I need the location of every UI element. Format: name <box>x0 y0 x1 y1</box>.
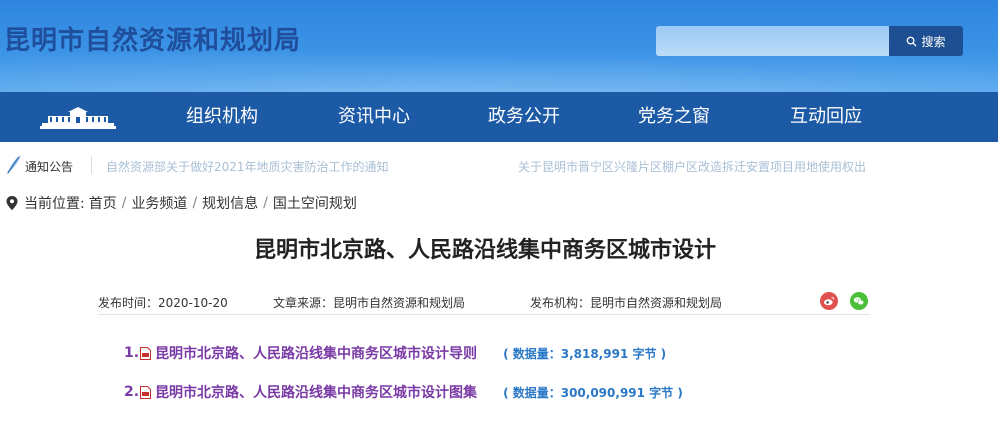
breadcrumb-prefix: 当前位置: <box>24 196 85 212</box>
attachment-link[interactable]: 昆明市北京路、人民路沿线集中商务区城市设计导则 <box>155 343 477 363</box>
notice-item[interactable]: 自然资源部关于做好2021年地质灾害防治工作的通知 <box>106 158 389 175</box>
breadcrumb-territorial-planning[interactable]: 国土空间规划 <box>273 193 357 213</box>
article-source: 文章来源：昆明市自然资源和规划局 <box>273 296 466 310</box>
breadcrumb-business-channel[interactable]: 业务频道 <box>131 193 187 213</box>
nav-item-news-center[interactable]: 资讯中心 <box>338 92 410 142</box>
search-input[interactable] <box>656 26 889 56</box>
weibo-icon <box>820 292 838 310</box>
breadcrumb-separator: / <box>121 195 127 211</box>
attachment-size: ( 数据量：3,818,991 字节 ) <box>503 346 667 361</box>
breadcrumb-home[interactable]: 首页 <box>89 193 117 213</box>
attachment-item: 1. 昆明市北京路、人民路沿线集中商务区城市设计导则 ( 数据量：3,818,9… <box>124 343 666 363</box>
attachment-link[interactable]: 昆明市北京路、人民路沿线集中商务区城市设计图集 <box>155 382 477 402</box>
notice-item[interactable]: 关于昆明市晋宁区兴隆片区棚户区改造拆迁安置项目用地使用权出 <box>518 158 866 175</box>
location-pin-icon <box>6 196 18 210</box>
nav-item-interaction[interactable]: 互动回应 <box>790 92 862 142</box>
building-logo-icon[interactable] <box>40 106 116 132</box>
attachment-size: ( 数据量：300,090,991 字节 ) <box>503 385 683 400</box>
nav-item-organization[interactable]: 组织机构 <box>186 92 258 142</box>
breadcrumb-planning-info[interactable]: 规划信息 <box>202 193 258 213</box>
attachment-number: 2. <box>124 384 140 400</box>
publish-time: 发布时间：2020-10-20 <box>98 296 228 310</box>
article-title: 昆明市北京路、人民路沿线集中商务区城市设计 <box>253 238 716 263</box>
feather-quill-icon <box>6 155 21 175</box>
attachment-number: 1. <box>124 345 140 361</box>
wechat-share-button[interactable] <box>850 292 868 310</box>
publish-agency: 发布机构：昆明市自然资源和规划局 <box>530 296 723 310</box>
breadcrumb-separator: / <box>192 195 198 211</box>
notice-label: 通知公告 <box>25 160 74 174</box>
pdf-file-icon <box>140 346 152 360</box>
nav-item-party-affairs[interactable]: 党务之窗 <box>638 92 710 142</box>
wechat-icon <box>850 292 868 310</box>
site-title[interactable]: 昆明市自然资源和规划局 <box>4 20 301 57</box>
breadcrumb: 当前位置: 首页 / 业务频道 / 规划信息 / 国土空间规划 <box>6 193 357 213</box>
search-icon <box>907 36 918 47</box>
search-button[interactable]: 搜索 <box>889 26 963 56</box>
pdf-file-icon <box>140 385 152 399</box>
breadcrumb-separator: / <box>263 195 268 211</box>
main-nav: 组织机构 资讯中心 政务公开 党务之窗 互动回应 <box>0 92 998 142</box>
notice-divider <box>91 156 92 174</box>
attachment-item: 2. 昆明市北京路、人民路沿线集中商务区城市设计图集 ( 数据量：300,090… <box>124 382 683 402</box>
notice-bar: 通知公告 自然资源部关于做好2021年地质灾害防治工作的通知 关于昆明市晋宁区兴… <box>0 142 998 188</box>
article-meta: 发布时间：2020-10-20 文章来源：昆明市自然资源和规划局 发布机构：昆明… <box>98 292 870 315</box>
site-header: 昆明市自然资源和规划局 搜索 <box>0 0 998 92</box>
search-button-label: 搜索 <box>921 34 946 49</box>
nav-item-government-affairs[interactable]: 政务公开 <box>488 92 560 142</box>
weibo-share-button[interactable] <box>820 292 838 310</box>
